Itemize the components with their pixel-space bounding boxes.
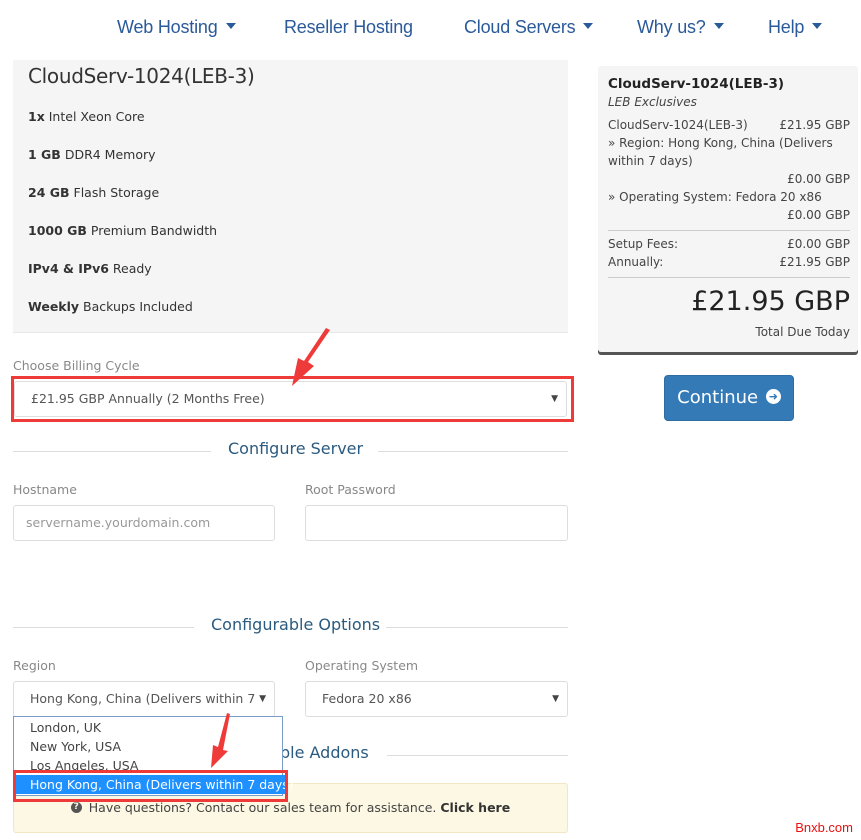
contact-sales-link[interactable]: Click here xyxy=(440,800,510,815)
region-value: Hong Kong, China (Delivers within 7 xyxy=(30,691,256,706)
region-option-los-angeles[interactable]: Los Angeles, USA xyxy=(14,756,282,775)
summary-os-price: £0.00 GBP xyxy=(787,208,850,222)
nav-label: Web Hosting xyxy=(117,17,218,37)
feature-bold: 1000 GB xyxy=(28,223,87,238)
summary-product-name: CloudServ-1024(LEB-3) xyxy=(608,118,748,132)
help-text: Have questions? Contact our sales team f… xyxy=(84,800,441,815)
configurable-options-heading: Configurable Options xyxy=(13,615,568,639)
summary-annually-row: Annually: £21.95 GBP xyxy=(608,255,850,269)
feature-bold: Weekly xyxy=(28,299,80,314)
order-summary: CloudServ-1024(LEB-3) LEB Exclusives Clo… xyxy=(598,66,858,352)
arrow-circle-right-icon: ➜ xyxy=(765,388,781,404)
os-select[interactable]: Fedora 20 x86 ▼ xyxy=(305,681,568,717)
caret-down-icon xyxy=(812,23,823,30)
divider xyxy=(386,627,568,628)
nav-label: Help xyxy=(768,17,805,37)
section-title: Configurable Options xyxy=(207,615,385,634)
feature-bold: 1x xyxy=(28,109,45,124)
annually-value: £21.95 GBP xyxy=(779,255,850,269)
divider xyxy=(608,277,850,278)
nav-reseller-hosting[interactable]: Reseller Hosting xyxy=(284,17,413,38)
summary-title: CloudServ-1024(LEB-3) xyxy=(608,76,785,92)
nav-help[interactable]: Help xyxy=(768,17,823,38)
nav-label: Cloud Servers xyxy=(464,17,576,37)
nav-why-us[interactable]: Why us? xyxy=(637,17,724,38)
caret-down-icon xyxy=(583,23,594,30)
feature-bold: IPv4 & IPv6 xyxy=(28,261,109,276)
summary-product-row: CloudServ-1024(LEB-3) £21.95 GBP xyxy=(608,118,850,132)
os-value: Fedora 20 x86 xyxy=(322,691,412,706)
nav-label: Why us? xyxy=(637,17,706,37)
nav-web-hosting[interactable]: Web Hosting xyxy=(117,17,236,38)
summary-product-price: £21.95 GBP xyxy=(779,118,850,132)
hostname-placeholder: servername.yourdomain.com xyxy=(26,515,211,530)
annotation-arrow-billing xyxy=(292,328,330,386)
os-label: Operating System xyxy=(305,658,419,673)
nav-label: Reseller Hosting xyxy=(284,17,413,37)
divider xyxy=(378,451,568,452)
feature-item: IPv4 & IPv6 Ready xyxy=(28,261,152,276)
feature-text: Premium Bandwidth xyxy=(86,223,218,238)
top-nav: Web Hosting Reseller Hosting Cloud Serve… xyxy=(0,0,861,60)
caret-down-icon xyxy=(713,23,724,30)
region-option-london[interactable]: London, UK xyxy=(14,718,282,737)
region-dropdown-list: London, UK New York, USA Los Angeles, US… xyxy=(13,716,294,796)
dropdown-arrow-icon: ▼ xyxy=(255,682,266,716)
summary-region-price: £0.00 GBP xyxy=(787,172,850,186)
feature-item: 1000 GB Premium Bandwidth xyxy=(28,223,217,238)
region-label: Region xyxy=(13,658,56,673)
dropdown-arrow-icon: ▼ xyxy=(552,694,559,704)
billing-cycle-value: £21.95 GBP Annually (2 Months Free) xyxy=(31,391,265,406)
region-option-new-york[interactable]: New York, USA xyxy=(14,737,282,756)
hostname-label: Hostname xyxy=(13,482,77,497)
summary-region-row: » Region: Hong Kong, China (Delivers xyxy=(608,136,833,150)
feature-item: 1 GB DDR4 Memory xyxy=(28,147,156,162)
region-select[interactable]: Hong Kong, China (Delivers within 7 ▼ xyxy=(13,681,275,717)
setup-fees-value: £0.00 GBP xyxy=(787,237,850,251)
billing-cycle-select[interactable]: £21.95 GBP Annually (2 Months Free) ▼ xyxy=(14,381,567,417)
divider xyxy=(387,755,568,756)
configure-server-heading: Configure Server xyxy=(13,439,568,463)
feature-bold: 24 GB xyxy=(28,185,70,200)
feature-item: 24 GB Flash Storage xyxy=(28,185,159,200)
caret-down-icon xyxy=(225,23,236,30)
summary-region-row-cont: within 7 days) xyxy=(608,154,693,168)
hostname-input[interactable]: servername.yourdomain.com xyxy=(13,505,275,541)
feature-item: Weekly Backups Included xyxy=(28,299,193,314)
summary-subtitle: LEB Exclusives xyxy=(608,95,697,109)
continue-label: Continue xyxy=(677,387,764,408)
region-option-hong-kong[interactable]: Hong Kong, China (Delivers within 7 days… xyxy=(14,775,294,794)
total-due-amount: £21.95 GBP xyxy=(691,286,850,317)
product-info-panel: CloudServ-1024(LEB-3) 1x Intel Xeon Core… xyxy=(13,60,568,333)
watermark: Bnxb.com xyxy=(795,820,853,835)
summary-setup-fees-row: Setup Fees: £0.00 GBP xyxy=(608,237,850,251)
feature-text: Flash Storage xyxy=(69,185,160,200)
total-due-label: Total Due Today xyxy=(755,325,850,339)
feature-text: Backups Included xyxy=(79,299,193,314)
root-password-label: Root Password xyxy=(305,482,396,497)
annually-label: Annually: xyxy=(608,255,664,269)
feature-text: Intel Xeon Core xyxy=(44,109,145,124)
setup-fees-label: Setup Fees: xyxy=(608,237,679,251)
divider xyxy=(13,451,211,452)
continue-button[interactable]: Continue ➜ xyxy=(664,375,794,421)
feature-text: Ready xyxy=(108,261,152,276)
divider xyxy=(608,230,850,231)
feature-bold: 1 GB xyxy=(28,147,61,162)
feature-text: DDR4 Memory xyxy=(60,147,156,162)
dropdown-arrow-icon: ▼ xyxy=(551,394,558,404)
divider xyxy=(13,627,194,628)
summary-os-row: » Operating System: Fedora 20 x86 xyxy=(608,190,822,204)
billing-cycle-label: Choose Billing Cycle xyxy=(13,358,140,373)
question-circle-icon: ? xyxy=(70,802,82,813)
section-title: Configure Server xyxy=(224,439,368,458)
nav-cloud-servers[interactable]: Cloud Servers xyxy=(464,17,594,38)
root-password-input[interactable] xyxy=(305,505,568,541)
feature-item: 1x Intel Xeon Core xyxy=(28,109,145,124)
product-title: CloudServ-1024(LEB-3) xyxy=(28,64,255,88)
